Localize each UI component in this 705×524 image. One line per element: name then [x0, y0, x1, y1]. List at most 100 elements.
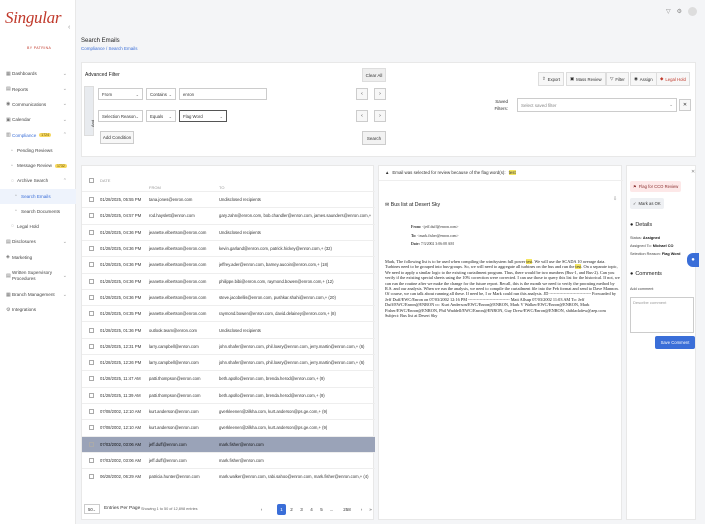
row-checkbox[interactable]: [89, 409, 94, 415]
page-4-button[interactable]: 4: [307, 504, 316, 515]
next-page-button[interactable]: ›: [357, 504, 366, 515]
page-3-button[interactable]: 3: [297, 504, 306, 515]
clear-all-button[interactable]: Clear All: [362, 68, 386, 82]
row-checkbox[interactable]: [89, 327, 94, 333]
row-checkbox[interactable]: [89, 294, 94, 300]
sidebar-item-reports[interactable]: ▤ Reports ⌄: [0, 81, 76, 96]
move-up-button-2[interactable]: ‹: [356, 110, 368, 122]
filter-icon[interactable]: ▽: [666, 8, 671, 15]
table-row[interactable]: 01/28/2025, 05:55 PM tana.jones@enron.com…: [82, 191, 375, 207]
filter-field-select-2[interactable]: Selection Reason ⌄: [98, 110, 143, 122]
collapse-sidebar-icon[interactable]: ‹: [68, 24, 70, 31]
help-fab-icon[interactable]: ●: [687, 253, 699, 267]
search-button[interactable]: Search: [362, 131, 386, 145]
table-row[interactable]: 01/28/2025, 04:36 PM jeanette.elbertson@e…: [82, 223, 375, 240]
cell-from: kurt.anderson@enron.com: [149, 409, 199, 415]
filter-operator-select-2[interactable]: Equals ⌄: [146, 110, 176, 122]
row-checkbox[interactable]: [89, 213, 94, 219]
sidebar-item-integrations[interactable]: ⚙ Integrations: [0, 302, 76, 317]
filter-field-select-1[interactable]: From ⌄: [98, 88, 143, 100]
table-row[interactable]: 01/28/2025, 04:36 PM jeanette.elbertson@e…: [82, 272, 375, 289]
filter-value-input-1[interactable]: enron: [179, 88, 267, 100]
and-or-toggle[interactable]: And: [84, 86, 95, 136]
page-5-button[interactable]: 5: [317, 504, 326, 515]
filter-operator-select-1[interactable]: Contains ⌄: [146, 88, 176, 100]
filter-value-select-2[interactable]: Flag Word ⌄: [179, 110, 227, 122]
row-checkbox[interactable]: [89, 360, 94, 366]
table-row[interactable]: 01/28/2025, 04:36 PM jeanette.elbertson@e…: [82, 239, 375, 256]
page-1-button[interactable]: 1: [277, 504, 286, 515]
sidebar-item-wsp[interactable]: ▤ Written Supervisory Procedures ⌄: [0, 265, 76, 287]
add-condition-button[interactable]: Add Condition: [100, 131, 134, 144]
page-2-button[interactable]: 2: [287, 504, 296, 515]
avatar[interactable]: [688, 7, 697, 16]
sidebar-item-archive-search[interactable]: ◌ Archive Search ⌃: [0, 173, 76, 188]
move-down-button-1[interactable]: ›: [374, 88, 386, 100]
row-checkbox[interactable]: [89, 376, 94, 382]
select-all-checkbox[interactable]: [89, 178, 94, 183]
prev-page-button[interactable]: ‹: [257, 504, 266, 515]
column-header-date[interactable]: DATE: [100, 178, 110, 183]
mass-review-button[interactable]: ▣ Mass Review: [566, 72, 606, 86]
sidebar-item-message-review[interactable]: ▫ Message Review 1732: [0, 158, 76, 173]
flag-for-cco-review-button[interactable]: ⚑ Flag for CCO Review: [630, 181, 682, 192]
saved-filter-select[interactable]: Select saved filter ⌄: [517, 98, 677, 112]
sidebar-item-pending-reviews[interactable]: ▫ Pending Reviews: [0, 143, 76, 158]
sidebar-item-calendar[interactable]: ▣ Calendar ⌄: [0, 112, 76, 127]
move-up-button-1[interactable]: ‹: [356, 88, 368, 100]
move-down-button-2[interactable]: ›: [374, 110, 386, 122]
export-button[interactable]: ⇪ Export: [538, 72, 565, 86]
page-size-select[interactable]: 50 ⌄: [84, 504, 100, 514]
table-row[interactable]: 07/08/2002, 12:10 AM kurt.anderson@enron.…: [82, 402, 375, 419]
table-row[interactable]: 07/08/2002, 12:10 AM kurt.anderson@enron.…: [82, 419, 375, 435]
filter-button[interactable]: ▽ Filter: [606, 72, 629, 86]
sidebar-item-marketing[interactable]: ◈ Marketing: [0, 249, 76, 264]
table-row[interactable]: 01/28/2025, 04:36 PM jeanette.elbertson@e…: [82, 288, 375, 305]
row-checkbox[interactable]: [89, 441, 94, 447]
sidebar-item-dashboards[interactable]: ▦ Dashboards ⌄: [0, 66, 76, 81]
table-row[interactable]: 01/28/2025, 04:36 PM jeanette.elbertson@e…: [82, 256, 375, 272]
table-row[interactable]: 07/03/2002, 03:06 AM jeff.duff@enron.com m…: [82, 435, 375, 452]
table-row[interactable]: 01/28/2025, 12:26 PM larry.campbell@enron…: [82, 354, 375, 370]
sidebar-item-legal-hold[interactable]: ◌ Legal Hold: [0, 219, 76, 234]
page-last-number-button[interactable]: 258: [340, 504, 354, 515]
comment-textarea[interactable]: Describe comment: [630, 297, 694, 333]
table-row[interactable]: 01/28/2025, 04:57 PM rod.hayslett@enron.c…: [82, 207, 375, 223]
row-checkbox[interactable]: [89, 311, 94, 317]
table-row[interactable]: 07/03/2002, 03:06 AM jeff.duff@enron.com m…: [82, 451, 375, 468]
mark-as-ok-button[interactable]: ✓ Mark as OK: [630, 198, 664, 209]
table-row[interactable]: 06/28/2002, 06:29 AM patricia.hunter@enro…: [82, 468, 375, 484]
legal-hold-button[interactable]: ◆ Legal Hold: [656, 72, 690, 86]
close-icon[interactable]: ✕: [691, 169, 695, 175]
settings-icon[interactable]: ⚙: [677, 8, 682, 15]
sidebar-item-search-documents[interactable]: ▫ Search Documents: [0, 204, 76, 219]
row-checkbox[interactable]: [89, 278, 94, 284]
row-checkbox[interactable]: [89, 229, 94, 235]
column-header-from[interactable]: FROM: [149, 185, 161, 190]
column-header-to[interactable]: TO: [219, 185, 224, 190]
sidebar-item-communications[interactable]: ◉ Communications ⌄: [0, 97, 76, 112]
table-row[interactable]: 01/28/2025, 11:47 AM patti.thompson@enron…: [82, 370, 375, 386]
row-checkbox[interactable]: [89, 474, 94, 480]
row-checkbox[interactable]: [89, 343, 94, 349]
sidebar-item-search-emails[interactable]: ▫ Search Emails: [0, 188, 76, 204]
row-checkbox[interactable]: [89, 262, 94, 268]
assign-button[interactable]: ◉ Assign: [630, 72, 657, 86]
row-checkbox[interactable]: [89, 392, 94, 398]
table-row[interactable]: 01/28/2025, 11:39 AM patti.thompson@enron…: [82, 386, 375, 403]
table-row[interactable]: 01/28/2025, 12:31 PM larry.campbell@enron…: [82, 337, 375, 354]
sidebar-item-branch-management[interactable]: ▦ Branch Management ⌄: [0, 287, 76, 302]
row-checkbox[interactable]: [89, 197, 94, 203]
table-row[interactable]: 01/28/2025, 01:36 PM outlook.team@enron.c…: [82, 321, 375, 337]
row-checkbox[interactable]: [89, 246, 94, 252]
download-icon[interactable]: ⇩: [613, 196, 617, 202]
save-comment-button[interactable]: Save Comment: [655, 336, 695, 349]
last-page-button[interactable]: »: [366, 504, 375, 515]
row-checkbox[interactable]: [89, 425, 94, 431]
table-row[interactable]: 01/28/2025, 04:35 PM jeanette.elbertson@e…: [82, 305, 375, 321]
sidebar-item-compliance[interactable]: ▥ Compliance 1724 ⌃: [0, 128, 76, 143]
delete-saved-filter-button[interactable]: ✕: [679, 99, 691, 111]
breadcrumb[interactable]: Compliance / Search Emails: [81, 46, 138, 51]
sidebar-item-disclosures[interactable]: ▤ Disclosures ⌄: [0, 234, 76, 249]
row-checkbox[interactable]: [89, 457, 94, 463]
